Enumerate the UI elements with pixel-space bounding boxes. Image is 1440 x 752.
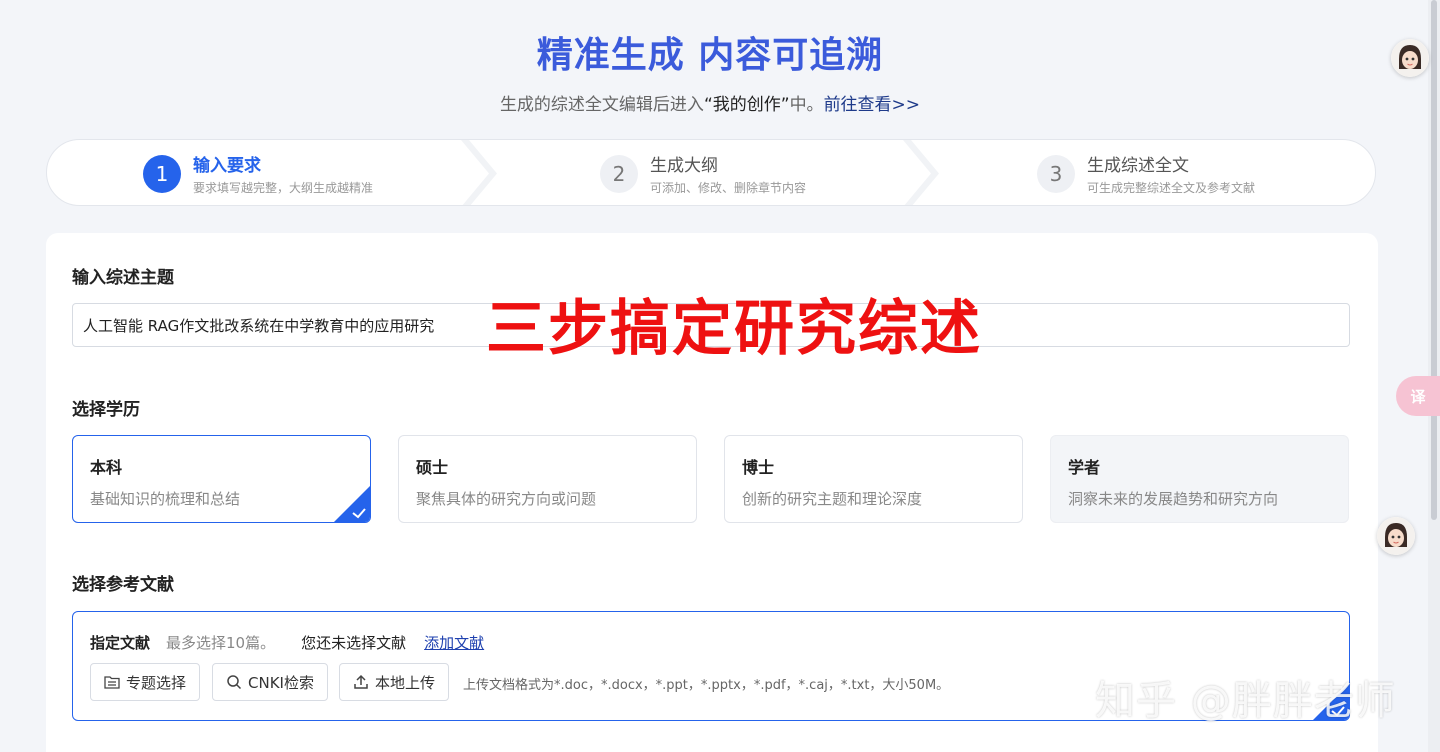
assistant-avatar[interactable] (1391, 39, 1429, 77)
topic-select-button[interactable]: 专题选择 (90, 663, 201, 701)
education-option-title: 本科 (90, 458, 123, 477)
watermark-text: 知乎 @胖胖老师 (1095, 678, 1396, 724)
education-option-title: 学者 (1068, 458, 1101, 477)
education-option-desc: 基础知识的梳理和总结 (90, 490, 241, 508)
chevron-right-icon (903, 140, 939, 205)
page-title: 精准生成 内容可追溯 (536, 35, 884, 76)
checkmark-icon (334, 486, 370, 522)
topic-label: 输入综述主题 (72, 268, 174, 288)
education-option-scholar[interactable]: 学者 洞察未来的发展趋势和研究方向 (1050, 435, 1349, 523)
step-progress-bar: 1 输入要求 要求填写越完整，大纲生成越精准 2 生成大纲 可添加、修改、删除章… (46, 139, 1376, 206)
upload-icon (354, 674, 368, 689)
folder-icon (104, 676, 120, 689)
education-option-desc: 创新的研究主题和理论深度 (742, 490, 923, 508)
local-upload-button[interactable]: 本地上传 (339, 663, 450, 701)
cnki-search-label: CNKI检索 (248, 673, 314, 692)
promo-overlay-text: 三步搞定研究综述 (486, 294, 982, 364)
assistant-avatar-secondary[interactable] (1377, 517, 1415, 555)
step-3-title: 生成综述全文 (1087, 156, 1189, 176)
local-upload-label: 本地上传 (375, 673, 436, 692)
references-label: 选择参考文献 (72, 575, 174, 595)
subtitle-text: 生成的综述全文编辑后进入 (499, 95, 704, 115)
education-label: 选择学历 (72, 400, 140, 420)
references-empty-text: 您还未选择文献 (301, 634, 407, 652)
education-option-master[interactable]: 硕士 聚焦具体的研究方向或问题 (398, 435, 697, 523)
topic-select-label: 专题选择 (126, 673, 187, 692)
chevron-right-icon (461, 140, 497, 205)
step-3-number: 3 (1037, 154, 1075, 193)
translate-icon: 译 (1410, 387, 1426, 406)
add-references-link[interactable]: 添加文献 (424, 632, 484, 653)
search-icon (227, 675, 242, 690)
references-tab-label[interactable]: 指定文献 (90, 632, 150, 653)
topic-input-value: 人工智能 RAG作文批改系统在中学教育中的应用研究 (83, 316, 435, 335)
scrollbar-thumb[interactable] (1431, 0, 1437, 520)
avatar-icon (1391, 39, 1429, 77)
references-header: 指定文献 最多选择10篇。 您还未选择文献 添加文献 (90, 632, 484, 653)
step-2-desc: 可添加、修改、删除章节内容 (650, 181, 807, 195)
go-view-link[interactable]: 前往查看>> (824, 95, 921, 115)
subtitle-text-end: 中。 (789, 95, 824, 115)
step-2-number: 2 (600, 154, 638, 193)
education-option-doctor[interactable]: 博士 创新的研究主题和理论深度 (724, 435, 1023, 523)
education-option-desc: 洞察未来的发展趋势和研究方向 (1068, 490, 1279, 508)
education-option-title: 硕士 (416, 458, 449, 477)
page-subtitle: 生成的综述全文编辑后进入“我的创作”中。前往查看>> (0, 90, 1420, 115)
step-1-desc: 要求填写越完整，大纲生成越精准 (193, 181, 374, 195)
step-2-title: 生成大纲 (650, 156, 718, 176)
step-1-number: 1 (143, 154, 181, 193)
translate-button[interactable]: 译 (1396, 376, 1440, 416)
education-option-title: 博士 (742, 458, 775, 477)
step-3[interactable]: 3 生成综述全文 可生成完整综述全文及参考文献 (1037, 140, 1256, 205)
references-limit-text: 最多选择10篇。 (166, 634, 276, 652)
education-option-bachelor[interactable]: 本科 基础知识的梳理和总结 (72, 435, 371, 523)
step-2[interactable]: 2 生成大纲 可添加、修改、删除章节内容 (600, 140, 807, 205)
cnki-search-button[interactable]: CNKI检索 (212, 663, 328, 701)
step-1-title: 输入要求 (193, 156, 261, 176)
step-1[interactable]: 1 输入要求 要求填写越完整，大纲生成越精准 (143, 140, 374, 205)
upload-format-hint: 上传文档格式为*.doc，*.docx，*.ppt，*.pptx，*.pdf，*… (463, 678, 950, 693)
avatar-icon (1377, 517, 1415, 555)
step-3-desc: 可生成完整综述全文及参考文献 (1087, 181, 1256, 195)
education-option-desc: 聚焦具体的研究方向或问题 (416, 490, 597, 508)
my-creations-label: “我的创作” (703, 95, 790, 115)
